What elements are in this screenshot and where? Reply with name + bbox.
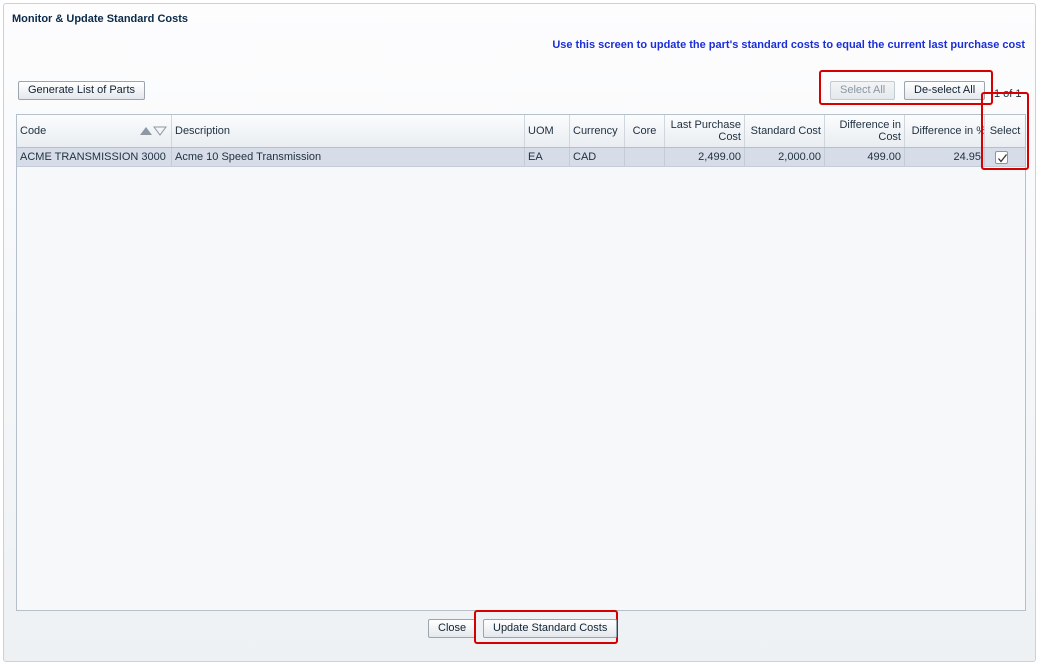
generate-list-button[interactable]: Generate List of Parts [18,81,145,100]
select-all-button[interactable]: Select All [830,81,896,100]
col-header-difference-pct[interactable]: Difference in % [905,115,985,147]
cell-uom: EA [525,148,570,166]
highlight-select-column [981,92,1029,170]
col-header-difference-cost[interactable]: Difference in Cost [825,115,905,147]
table-header: Code Description UOM Currency Core Last … [17,115,1025,148]
instruction-text: Use this screen to update the part's sta… [552,39,1025,51]
deselect-all-button[interactable]: De-select All [904,81,986,100]
parts-table: Code Description UOM Currency Core Last … [16,114,1026,611]
col-header-description-label: Description [175,125,231,137]
table-row[interactable]: ACME TRANSMISSION 3000 Acme 10 Speed Tra… [17,148,1025,167]
col-header-difference-cost-label: Difference in Cost [839,119,901,143]
close-button[interactable]: Close [428,619,477,638]
col-header-core-label: Core [632,125,657,137]
col-header-uom-label: UOM [528,125,554,137]
cell-code: ACME TRANSMISSION 3000 [17,148,172,166]
update-standard-costs-button[interactable]: Update Standard Costs [483,619,618,638]
col-header-last-purchase-cost[interactable]: Last Purchase Cost [665,115,745,147]
cell-currency: CAD [570,148,625,166]
cell-description: Acme 10 Speed Transmission [172,148,525,166]
col-header-standard-cost-label: Standard Cost [750,125,821,137]
col-header-currency-label: Currency [573,125,618,137]
cell-last-purchase-cost: 2,499.00 [665,148,745,166]
sort-icon[interactable] [139,126,167,136]
cell-difference-cost: 499.00 [825,148,905,166]
cell-core [625,148,665,166]
window-title: Monitor & Update Standard Costs [12,13,189,25]
cell-standard-cost: 2,000.00 [745,148,825,166]
dialog-window: Monitor & Update Standard Costs Use this… [3,3,1036,662]
col-header-standard-cost[interactable]: Standard Cost [745,115,825,147]
col-header-difference-pct-label: Difference in % [911,125,985,137]
col-header-description[interactable]: Description [172,115,525,147]
col-header-code-label: Code [20,125,47,137]
col-header-uom[interactable]: UOM [525,115,570,147]
col-header-core[interactable]: Core [625,115,665,147]
col-header-last-purchase-cost-label: Last Purchase Cost [670,119,741,143]
cell-difference-pct: 24.95 [905,148,985,166]
col-header-currency[interactable]: Currency [570,115,625,147]
col-header-code[interactable]: Code [17,115,172,147]
